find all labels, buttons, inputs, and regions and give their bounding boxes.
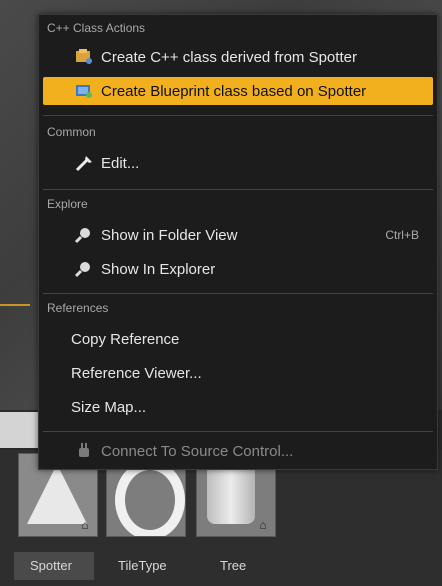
menu-item-create-cpp-class[interactable]: Create C++ class derived from Spotter <box>43 43 433 71</box>
torus-thumbnail <box>115 460 185 536</box>
menu-item-reference-viewer[interactable]: Reference Viewer... <box>43 359 433 387</box>
menu-item-copy-reference[interactable]: Copy Reference <box>43 325 433 353</box>
plug-icon <box>73 441 95 461</box>
blueprint-class-icon <box>73 81 95 101</box>
section-header-common: Common <box>47 125 96 139</box>
section-header-cpp: C++ Class Actions <box>47 21 146 35</box>
shortcut-text: Ctrl+B <box>385 228 419 242</box>
menu-separator <box>43 189 433 190</box>
section-header-references: References <box>47 301 109 315</box>
context-menu: C++ Class Actions Create C++ class deriv… <box>38 14 438 470</box>
menu-item-show-in-folder-view[interactable]: Show in Folder View Ctrl+B <box>43 221 433 249</box>
section-header-explore: Explore <box>47 197 88 211</box>
cone-thumbnail <box>27 464 87 524</box>
cpp-class-icon <box>73 47 95 67</box>
menu-separator <box>43 293 433 294</box>
home-icon: ⌂ <box>81 518 89 532</box>
asset-label-tiletype[interactable]: TileType <box>118 558 167 573</box>
home-icon: ⌂ <box>259 518 267 532</box>
magnifier-icon <box>73 259 95 279</box>
menu-item-connect-source-control: Connect To Source Control... <box>43 437 433 465</box>
menu-item-create-blueprint-class[interactable]: Create Blueprint class based on Spotter <box>43 77 433 105</box>
asset-label-spotter[interactable]: Spotter <box>30 558 72 573</box>
menu-item-show-in-explorer[interactable]: Show In Explorer <box>43 255 433 283</box>
cylinder-thumbnail <box>207 462 255 524</box>
toolbar-highlight <box>0 412 40 448</box>
asset-label-tree[interactable]: Tree <box>220 558 246 573</box>
edit-icon <box>73 153 95 173</box>
menu-separator <box>43 115 433 116</box>
menu-item-edit[interactable]: Edit... <box>43 149 433 177</box>
menu-item-size-map[interactable]: Size Map... <box>43 393 433 421</box>
menu-separator <box>43 431 433 432</box>
magnifier-icon <box>73 225 95 245</box>
editor-accent-line <box>0 304 30 306</box>
